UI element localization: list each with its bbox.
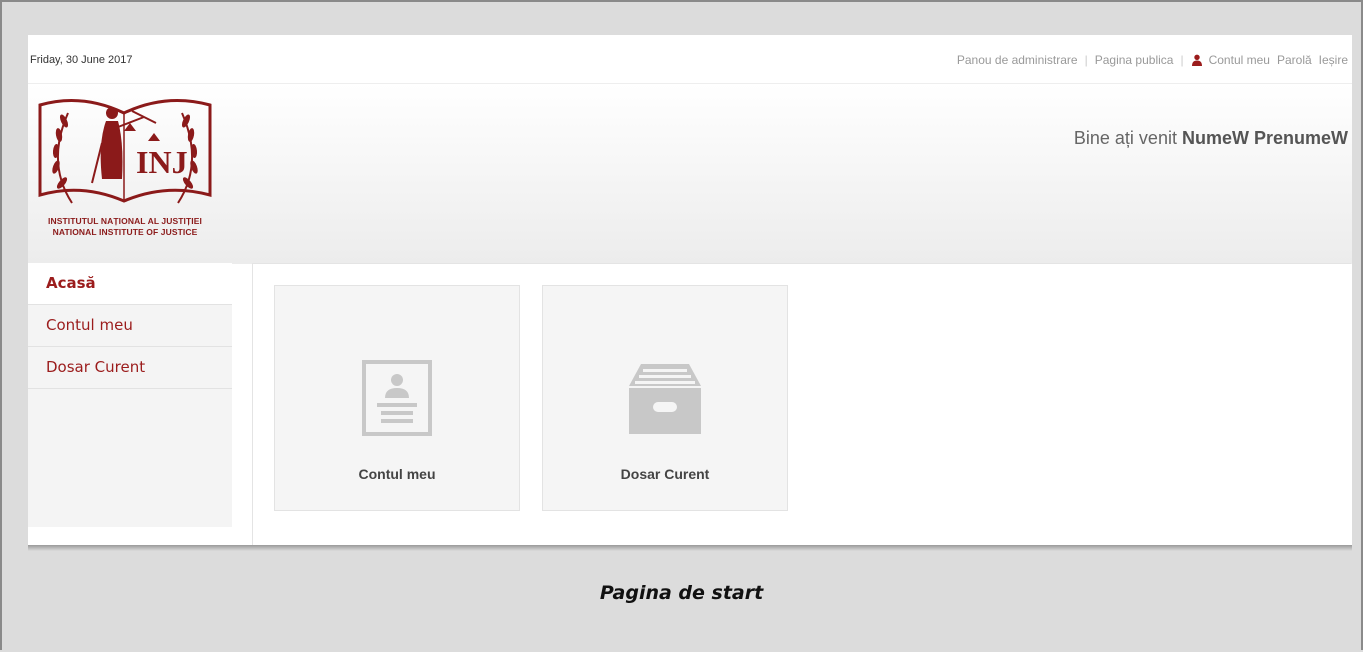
my-account-link[interactable]: Contul meu (1209, 53, 1270, 67)
logout-link[interactable]: Ieșire (1319, 53, 1348, 67)
top-links: Panou de administrare | Pagina publica |… (957, 53, 1348, 67)
admin-panel-link[interactable]: Panou de administrare (957, 53, 1078, 67)
profile-card-icon (362, 360, 432, 436)
main-content: Contul meu Dosar Curent (252, 263, 1351, 545)
sidebar-nav: Acasă Contul meu Dosar Curent (28, 263, 232, 527)
sidebar-item-my-account[interactable]: Contul meu (28, 305, 232, 347)
password-link[interactable]: Parolă (1277, 53, 1312, 67)
app-window: Friday, 30 June 2017 Panou de administra… (28, 35, 1352, 545)
top-bar: Friday, 30 June 2017 Panou de administra… (28, 35, 1352, 83)
separator: | (1180, 53, 1184, 67)
archive-box-icon (629, 364, 701, 434)
sidebar-item-current-file[interactable]: Dosar Curent (28, 347, 232, 389)
logo-text-ro: INSTITUTUL NAȚIONAL AL JUSTIȚIEI (48, 216, 202, 226)
user-name: NumeW PrenumeW (1181, 128, 1348, 148)
header-banner: Bine ați venit NumeW PrenumeW (28, 83, 1352, 264)
user-icon (1191, 54, 1202, 66)
tile-label: Contul meu (358, 466, 436, 482)
tile-label: Dosar Curent (620, 466, 710, 482)
welcome-prefix: Bine ați venit (1073, 128, 1177, 148)
logo-text-en: NATIONAL INSTITUTE OF JUSTICE (52, 227, 198, 237)
tile-my-account[interactable]: Contul meu (274, 285, 520, 511)
welcome-message: Bine ați venit NumeW PrenumeW (1074, 128, 1348, 149)
figure-caption: Pagina de start (599, 582, 764, 604)
sidebar-item-home[interactable]: Acasă (28, 263, 232, 305)
public-page-link[interactable]: Pagina publica (1095, 53, 1174, 67)
logo-monogram: INJ (136, 144, 188, 180)
separator: | (1084, 53, 1088, 67)
tile-current-file[interactable]: Dosar Curent (542, 285, 788, 511)
institution-logo[interactable]: INJ INSTITUTUL NAȚIONAL AL JUSTIȚIEI NAT… (32, 83, 218, 243)
window-shadow (28, 545, 1352, 551)
current-date: Friday, 30 June 2017 (30, 54, 133, 66)
